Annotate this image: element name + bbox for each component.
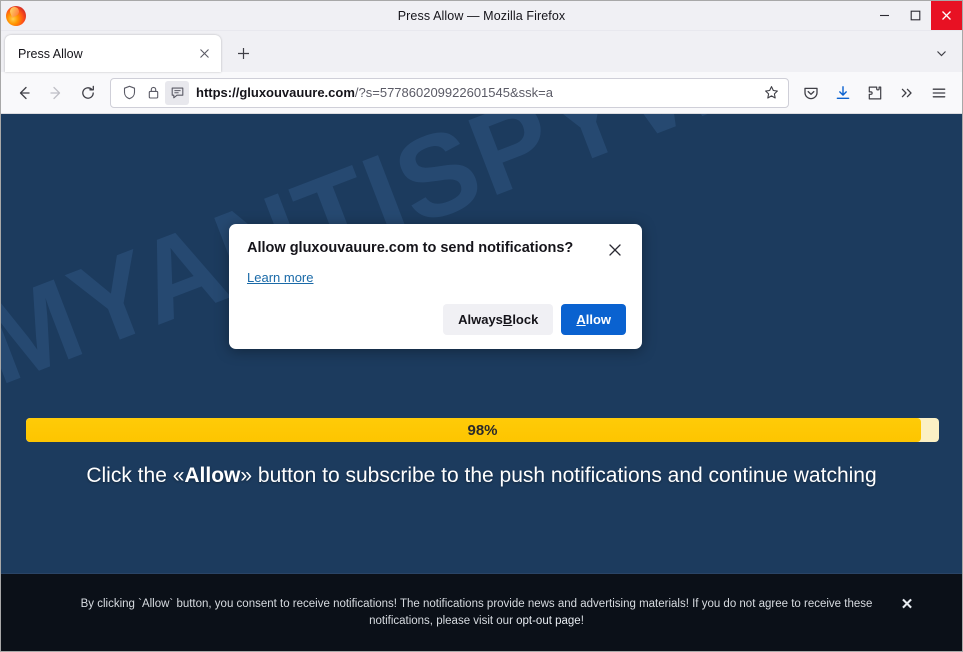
tab-title: Press Allow	[18, 47, 193, 61]
address-bar[interactable]: https://gluxouvauure.com/?s=577860209922…	[110, 78, 789, 108]
maximize-button[interactable]	[900, 1, 931, 30]
close-tab-icon[interactable]	[193, 43, 215, 65]
window-controls	[869, 1, 962, 30]
headline-prefix: Click the «	[86, 464, 184, 487]
reload-button[interactable]	[72, 78, 104, 108]
back-button[interactable]	[8, 78, 40, 108]
shield-icon[interactable]	[117, 81, 141, 105]
headline-allow-word: Allow	[184, 464, 240, 487]
allow-label-rest: llow	[586, 312, 611, 327]
progress-percent-label: 98%	[26, 418, 939, 442]
url-text[interactable]: https://gluxouvauure.com/?s=577860209922…	[189, 85, 758, 100]
close-consent-banner-icon[interactable]: ✕	[896, 593, 918, 615]
tab-strip: Press Allow	[1, 31, 962, 72]
lock-icon[interactable]	[141, 81, 165, 105]
dialog-header: Allow gluxouvauure.com to send notificat…	[247, 238, 626, 261]
allow-button[interactable]: Allow	[561, 304, 626, 335]
always-block-label-post: lock	[512, 312, 538, 327]
always-block-accesskey: B	[503, 312, 512, 327]
notification-permission-icon[interactable]	[165, 81, 189, 105]
pocket-icon[interactable]	[795, 78, 827, 108]
firefox-logo-icon	[6, 6, 26, 26]
browser-window: Press Allow — Mozilla Firefox Press Allo…	[0, 0, 963, 652]
extensions-icon[interactable]	[859, 78, 891, 108]
opt-out-page-link[interactable]: opt-out page	[516, 615, 581, 627]
downloads-icon[interactable]	[827, 78, 859, 108]
page-viewport: MYANTISPYWARE.COM 98% Click the «Allow» …	[1, 114, 962, 651]
bookmark-star-icon[interactable]	[758, 80, 784, 106]
browser-tab[interactable]: Press Allow	[5, 35, 221, 72]
dialog-title: Allow gluxouvauure.com to send notificat…	[247, 238, 604, 258]
consent-banner: By clicking `Allow` button, you consent …	[1, 573, 962, 651]
notification-permission-dialog: Allow gluxouvauure.com to send notificat…	[229, 224, 642, 349]
always-block-button[interactable]: Always Block	[443, 304, 553, 335]
forward-button[interactable]	[40, 78, 72, 108]
close-window-button[interactable]	[931, 1, 962, 30]
page-headline: Click the «Allow» button to subscribe to…	[1, 464, 962, 488]
window-title: Press Allow — Mozilla Firefox	[1, 9, 962, 23]
minimize-button[interactable]	[869, 1, 900, 30]
new-tab-button[interactable]	[228, 38, 258, 68]
dialog-actions: Always Block Allow	[247, 304, 626, 335]
close-dialog-icon[interactable]	[604, 239, 626, 261]
consent-line-1: By clicking `Allow` button, you consent …	[81, 598, 873, 610]
hamburger-menu-icon[interactable]	[923, 78, 955, 108]
consent-line-2-pre: notifications, please visit our	[369, 615, 516, 627]
always-block-label-pre: Always	[458, 312, 503, 327]
navigation-toolbar: https://gluxouvauure.com/?s=577860209922…	[1, 72, 962, 114]
learn-more-link[interactable]: Learn more	[247, 270, 313, 285]
consent-line-2-post: !	[581, 615, 584, 627]
chevron-down-icon[interactable]	[926, 38, 956, 68]
download-progress-bar: 98%	[26, 418, 939, 442]
url-path: /?s=577860209922601545&ssk=a	[355, 85, 553, 100]
headline-suffix: » button to subscribe to the push notifi…	[240, 464, 876, 487]
allow-accesskey: A	[576, 312, 585, 327]
consent-banner-text: By clicking `Allow` button, you consent …	[1, 596, 962, 630]
url-domain: https://gluxouvauure.com	[196, 85, 355, 100]
title-bar: Press Allow — Mozilla Firefox	[1, 1, 962, 31]
overflow-chevrons-icon[interactable]	[891, 78, 923, 108]
